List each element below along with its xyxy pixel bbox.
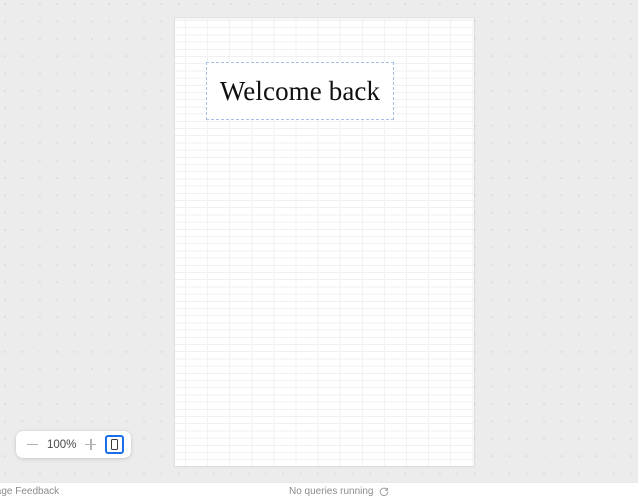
zoom-in-button[interactable] bbox=[81, 435, 100, 454]
query-status-label: No queries running bbox=[289, 486, 374, 497]
zoom-level-label[interactable]: 100% bbox=[44, 439, 79, 451]
text-block-selected[interactable]: Welcome back bbox=[206, 62, 394, 120]
minus-icon bbox=[27, 439, 38, 450]
status-bar-left-label[interactable]: ltipage Feedback bbox=[0, 486, 59, 497]
editor-canvas[interactable]: Welcome back 100% bbox=[0, 0, 638, 482]
mobile-preview-toggle-button[interactable] bbox=[105, 435, 125, 454]
status-bar: ltipage Feedback No queries running bbox=[0, 482, 638, 500]
plus-icon bbox=[85, 439, 97, 450]
welcome-heading[interactable]: Welcome back bbox=[220, 77, 380, 105]
zoom-out-button[interactable] bbox=[23, 435, 42, 454]
refresh-icon[interactable] bbox=[379, 487, 389, 497]
mobile-device-icon bbox=[111, 439, 119, 450]
status-bar-query-status: No queries running bbox=[289, 486, 389, 497]
zoom-controls[interactable]: 100% bbox=[16, 431, 132, 458]
app-root: Welcome back 100% ltipage Feedback No qu… bbox=[0, 0, 638, 500]
document-page[interactable]: Welcome back bbox=[175, 18, 474, 466]
